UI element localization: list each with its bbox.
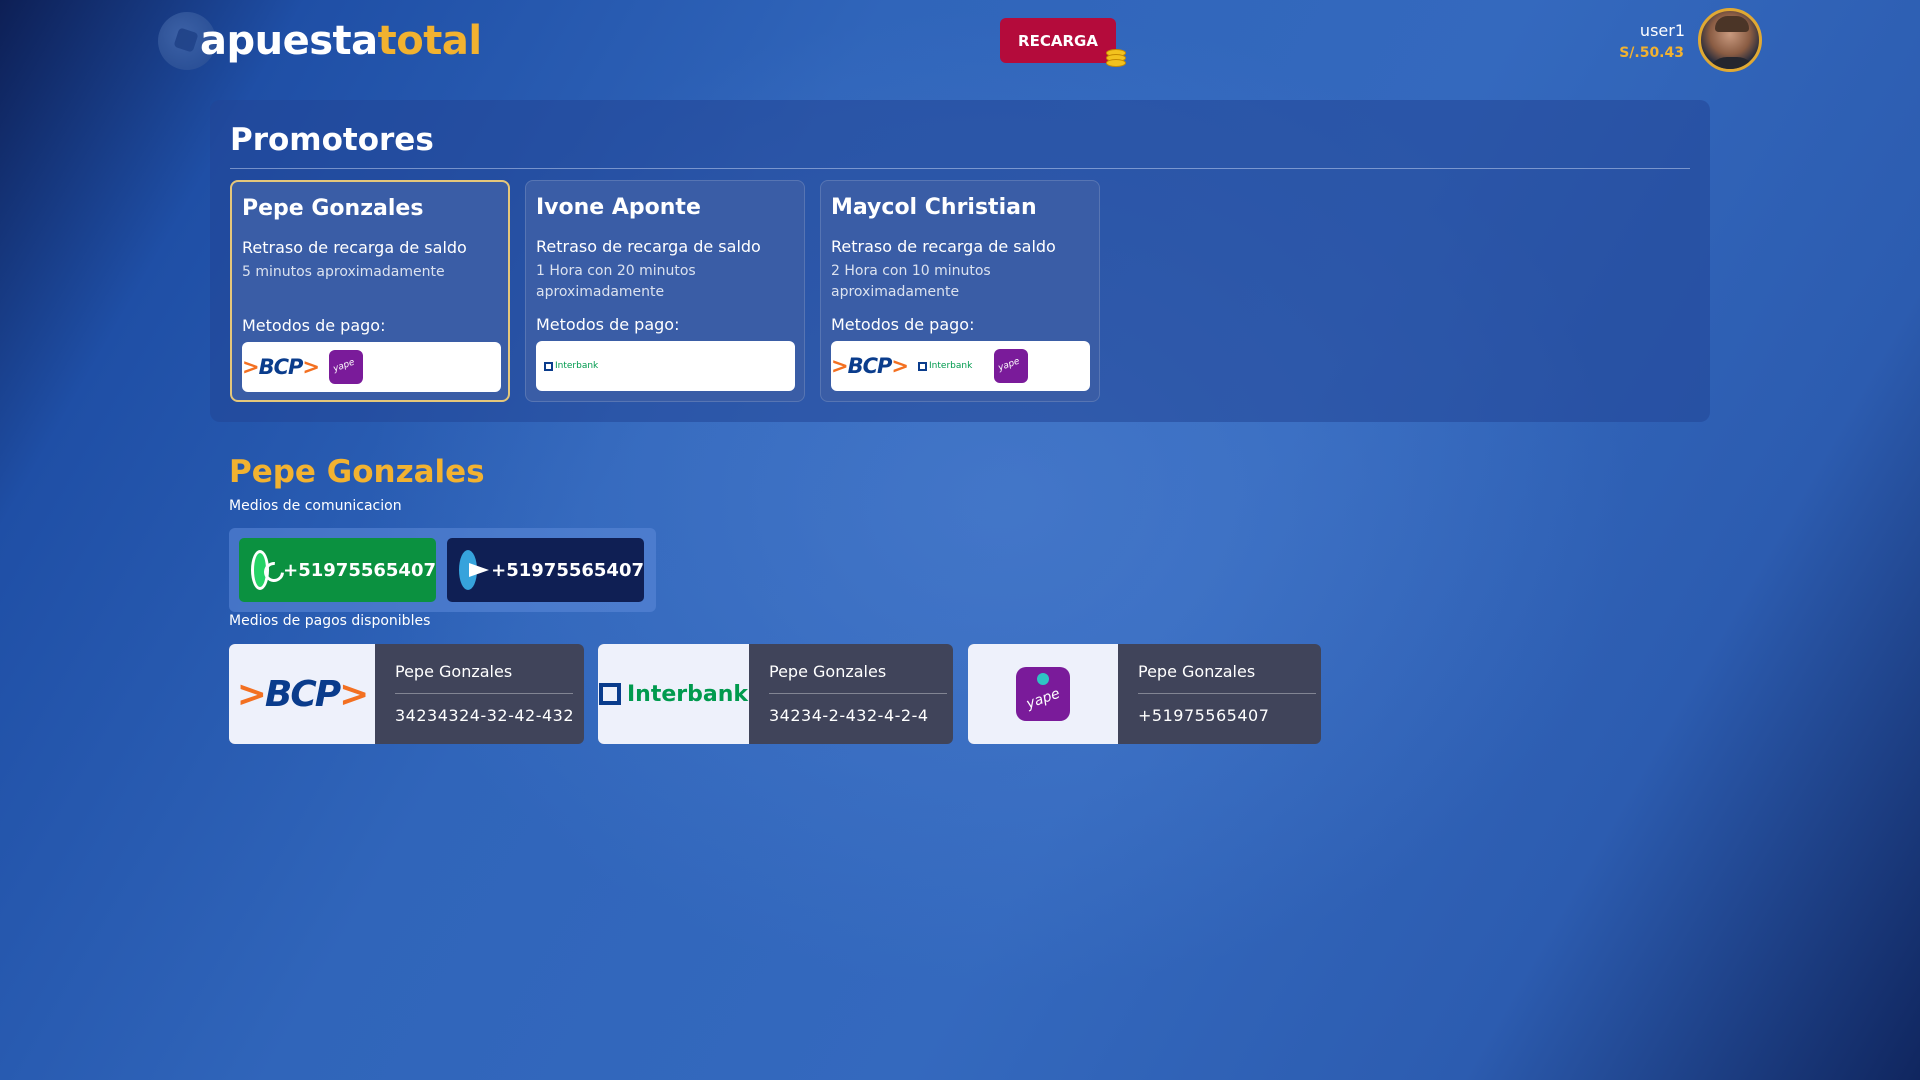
delay-label: Retraso de recarga de saldo (242, 238, 467, 257)
recarga-label: RECARGA (1018, 31, 1098, 50)
divider (1138, 693, 1316, 694)
telegram-number: +51975565407 (491, 559, 644, 581)
yape-logo (994, 349, 1029, 383)
payment-info: Pepe Gonzales +51975565407 (1118, 644, 1321, 744)
bcp-logo: >BCP> (242, 355, 320, 379)
interbank-logo: Interbank (544, 361, 598, 371)
payment-info: Pepe Gonzales 34234324-32-42-432 (375, 644, 584, 744)
payment-methods-strip: Interbank (536, 341, 795, 391)
whatsapp-number: +51975565407 (283, 559, 436, 581)
brand-name-part2: total (377, 18, 482, 64)
divider (395, 693, 573, 694)
interbank-logo: Interbank (598, 644, 749, 744)
telegram-button[interactable]: +51975565407 (447, 538, 644, 602)
whatsapp-icon (251, 550, 270, 590)
delay-estimate: 2 Hora con 10 minutos aproximadamente (831, 263, 991, 300)
promotores-panel: Promotores Pepe Gonzales Retraso de reca… (210, 100, 1710, 422)
telegram-icon (459, 550, 490, 590)
promoter-card-ivone-aponte[interactable]: Ivone Aponte Retraso de recarga de saldo… (525, 180, 805, 402)
payment-card-interbank[interactable]: Interbank Pepe Gonzales 34234-2-432-4-2-… (598, 644, 953, 744)
account-holder: Pepe Gonzales (1138, 662, 1256, 681)
account-holder: Pepe Gonzales (769, 662, 887, 681)
delay-label: Retraso de recarga de saldo (831, 237, 1056, 256)
selected-promoter-name: Pepe Gonzales (229, 454, 485, 490)
methods-label: Metodos de pago: (536, 315, 680, 334)
promoter-card-pepe-gonzales[interactable]: Pepe Gonzales Retraso de recarga de sald… (230, 180, 510, 402)
coins-icon (1106, 49, 1128, 69)
top-header: apuestatotal RECARGA user1 S/.50.43 (0, 0, 1920, 82)
communication-options: +51975565407 +51975565407 (229, 528, 656, 612)
divider (769, 693, 947, 694)
promoter-name: Ivone Aponte (536, 195, 701, 220)
payment-methods-strip: >BCP> (242, 342, 501, 392)
account-number: +51975565407 (1138, 706, 1270, 725)
divider (230, 168, 1690, 169)
communication-label: Medios de comunicacion (229, 498, 402, 514)
brand-logo[interactable]: apuestatotal (158, 10, 482, 72)
bcp-logo: >BCP> (831, 354, 909, 378)
user-balance: S/.50.43 (1619, 45, 1684, 61)
username: user1 (1639, 21, 1685, 40)
payment-card-bcp[interactable]: >BCP> Pepe Gonzales 34234324-32-42-432 (229, 644, 584, 744)
account-number: 34234-2-432-4-2-4 (769, 706, 929, 725)
yape-logo (968, 644, 1118, 744)
payment-info: Pepe Gonzales 34234-2-432-4-2-4 (749, 644, 953, 744)
promoter-name: Maycol Christian (831, 195, 1037, 220)
account-number: 34234324-32-42-432 (395, 706, 575, 725)
payment-card-yape[interactable]: Pepe Gonzales +51975565407 (968, 644, 1321, 744)
user-avatar[interactable] (1698, 8, 1762, 72)
brand-name: apuestatotal (200, 18, 482, 64)
whatsapp-button[interactable]: +51975565407 (239, 538, 436, 602)
promoter-card-maycol-christian[interactable]: Maycol Christian Retraso de recarga de s… (820, 180, 1100, 402)
interbank-logo: Interbank (918, 361, 972, 371)
methods-label: Metodos de pago: (831, 315, 975, 334)
recarga-button[interactable]: RECARGA (1000, 18, 1126, 67)
promoter-name: Pepe Gonzales (242, 196, 424, 221)
methods-label: Metodos de pago: (242, 316, 386, 335)
payment-methods-strip: >BCP> Interbank (831, 341, 1090, 391)
yape-logo (329, 350, 364, 384)
payment-methods-label: Medios de pagos disponibles (229, 613, 431, 629)
bcp-logo: >BCP> (229, 644, 375, 744)
promotores-title: Promotores (230, 122, 434, 158)
delay-estimate: 1 Hora con 20 minutos aproximadamente (536, 263, 696, 300)
account-holder: Pepe Gonzales (395, 662, 513, 681)
brand-name-part1: apuesta (200, 18, 378, 64)
delay-estimate: 5 minutos aproximadamente (242, 264, 445, 280)
delay-label: Retraso de recarga de saldo (536, 237, 761, 256)
